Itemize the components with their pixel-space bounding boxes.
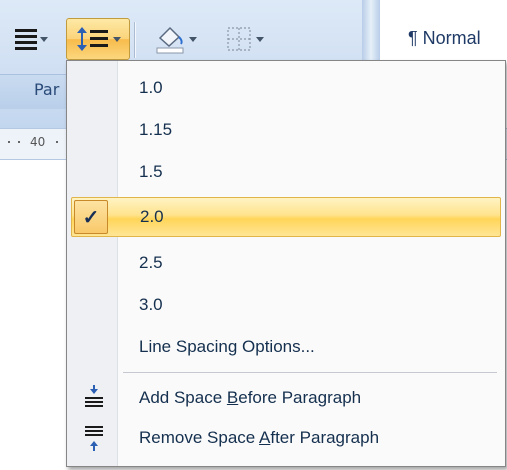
menu-item-label: Line Spacing Options... xyxy=(139,337,315,356)
menu-item-label: Remove Space After Paragraph xyxy=(139,428,380,447)
menu-separator xyxy=(123,372,497,373)
line-spacing-icon xyxy=(76,27,108,51)
ruler-tick xyxy=(18,141,20,143)
chevron-down-icon xyxy=(112,36,121,42)
normal-style-button[interactable]: ¶ Normal xyxy=(408,28,481,49)
toolbar-divider xyxy=(134,22,135,58)
justify-align-icon xyxy=(14,28,37,50)
menu-item-label: 1.5 xyxy=(139,162,163,181)
menu-item-label: 1.0 xyxy=(139,78,163,97)
menu-item-1-15[interactable]: 1.15 xyxy=(71,111,499,149)
add-space-before-icon xyxy=(85,385,103,407)
menu-item-2-0[interactable]: ✓ 2.0 xyxy=(71,197,501,237)
ruler-tick xyxy=(56,141,58,143)
ruler-number: 40 xyxy=(30,135,46,149)
chevron-down-icon xyxy=(39,36,48,42)
menu-item-label: 2.5 xyxy=(139,253,163,272)
menu-item-3-0[interactable]: 3.0 xyxy=(71,286,499,324)
menu-item-label: 2.0 xyxy=(140,207,164,226)
line-spacing-menu: 1.0 1.15 1.5 ✓ 2.0 2.5 3.0 Line Spacing … xyxy=(66,60,506,467)
menu-item-label: 1.15 xyxy=(139,120,173,139)
paint-bucket-icon xyxy=(156,26,183,54)
shading-button[interactable] xyxy=(140,18,210,60)
chevron-down-icon xyxy=(188,36,197,42)
menu-item-2-5[interactable]: 2.5 xyxy=(71,244,499,282)
menu-item-1-0[interactable]: 1.0 xyxy=(71,69,499,107)
line-spacing-options-item[interactable]: Line Spacing Options... xyxy=(71,328,499,366)
chevron-down-icon xyxy=(255,36,264,42)
checkmark-icon: ✓ xyxy=(74,200,108,234)
justify-button[interactable] xyxy=(0,18,62,60)
borders-button[interactable] xyxy=(212,18,276,60)
menu-item-label: 3.0 xyxy=(139,295,163,314)
menu-item-label: Add Space Before Paragraph xyxy=(139,388,362,407)
menu-item-1-5[interactable]: 1.5 xyxy=(71,153,499,191)
remove-space-after-icon xyxy=(85,426,103,451)
add-space-before-item[interactable]: Add Space Before Paragraph xyxy=(71,379,499,417)
ruler-tick xyxy=(8,141,10,143)
remove-space-after-item[interactable]: Remove Space After Paragraph xyxy=(71,419,499,457)
paragraph-group-label: Par xyxy=(34,80,60,99)
borders-icon xyxy=(226,27,251,51)
line-spacing-button[interactable] xyxy=(66,18,130,60)
